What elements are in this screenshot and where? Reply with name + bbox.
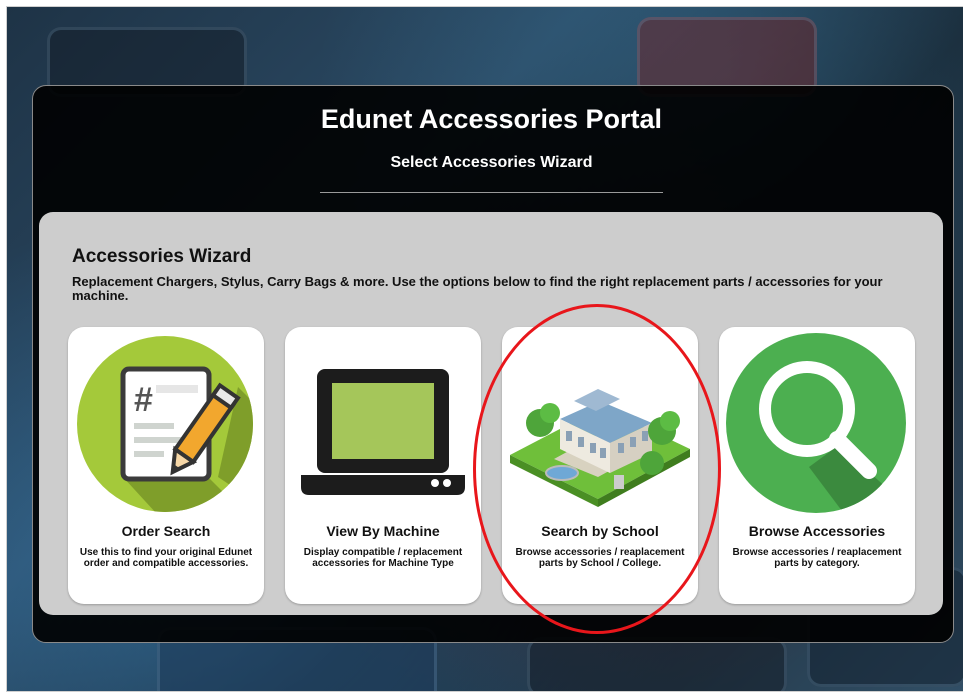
card-description: Browse accessories / reaplacement parts …	[515, 547, 685, 569]
background-key	[527, 637, 787, 691]
title-divider	[320, 192, 663, 193]
wizard-description: Replacement Chargers, Stylus, Carry Bags…	[72, 274, 883, 303]
card-description: Use this to find your original Edunet or…	[79, 547, 253, 569]
card-title: Order Search	[121, 523, 211, 539]
magnifier-icon	[726, 333, 906, 513]
view-by-machine-card[interactable]: View By Machine Display compatible / rep…	[285, 327, 481, 604]
card-description: Display compatible / replacement accesso…	[303, 547, 463, 569]
order-document-icon: #	[77, 336, 253, 512]
laptop-icon	[301, 369, 465, 495]
order-search-card[interactable]: # Order Search Use this to find your ori…	[68, 327, 264, 604]
page-subtitle: Select Accessories Wizard	[390, 154, 593, 171]
card-title: Search by School	[541, 523, 659, 539]
search-by-school-card[interactable]: Search by School Browse accessories / re…	[502, 327, 698, 604]
svg-text:#: #	[134, 381, 153, 419]
card-description: Browse accessories / reaplacement parts …	[732, 547, 902, 569]
card-title: View By Machine	[326, 523, 440, 539]
wizard-heading: Accessories Wizard	[72, 246, 252, 267]
browse-accessories-card[interactable]: Browse Accessories Browse accessories / …	[719, 327, 915, 604]
page-title: Edunet Accessories Portal	[320, 104, 663, 134]
card-title: Browse Accessories	[748, 523, 886, 539]
school-building-icon	[510, 389, 690, 507]
